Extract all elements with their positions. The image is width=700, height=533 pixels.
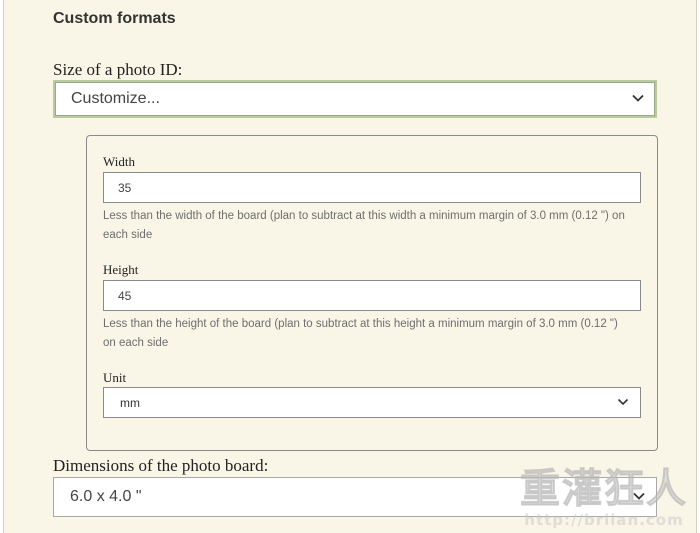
width-label: Width bbox=[103, 154, 135, 169]
unit-label: Unit bbox=[103, 370, 127, 385]
width-input[interactable]: 35 bbox=[103, 172, 641, 203]
unit-select[interactable]: mm bbox=[103, 387, 641, 418]
width-help-text: Less than the width of the board (plan t… bbox=[103, 210, 625, 241]
section-title: Custom formats bbox=[53, 10, 176, 27]
chevron-down-icon bbox=[617, 398, 629, 405]
custom-formats-page: Custom formats Size of a photo ID: Custo… bbox=[3, 0, 697, 533]
photo-id-size-label: Size of a photo ID: bbox=[53, 60, 183, 79]
chevron-down-icon bbox=[633, 492, 645, 500]
photo-id-size-value: Customize... bbox=[71, 90, 160, 107]
height-value: 45 bbox=[118, 288, 132, 303]
height-label: Height bbox=[103, 262, 139, 277]
chevron-down-icon bbox=[632, 94, 644, 102]
photo-id-size-select[interactable]: Customize... bbox=[53, 80, 657, 118]
height-help-text: Less than the height of the board (plan … bbox=[103, 318, 618, 349]
photo-board-select[interactable]: 6.0 x 4.0 " bbox=[53, 477, 657, 517]
width-value: 35 bbox=[118, 180, 132, 195]
photo-board-label: Dimensions of the photo board: bbox=[53, 456, 269, 475]
photo-board-value: 6.0 x 4.0 " bbox=[70, 488, 142, 505]
unit-value: mm bbox=[120, 395, 140, 410]
height-input[interactable]: 45 bbox=[103, 280, 641, 311]
